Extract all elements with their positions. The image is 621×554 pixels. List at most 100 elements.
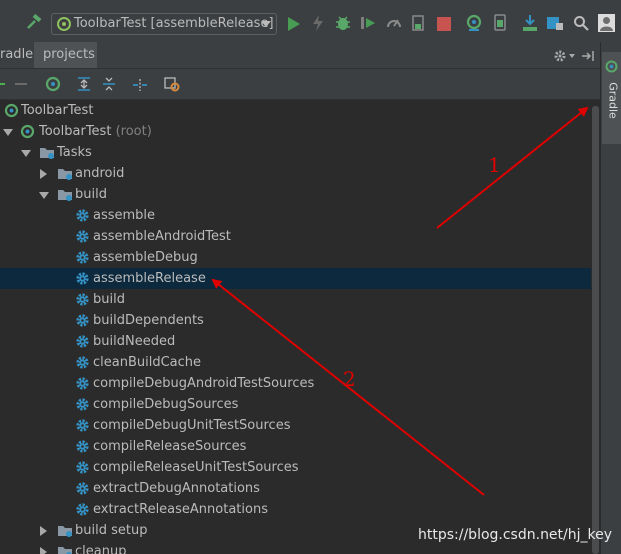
folder-icon (39, 145, 54, 160)
collapse-all-icon[interactable] (102, 76, 116, 96)
expanded-arrow-icon[interactable] (21, 150, 31, 157)
tab-gradle[interactable]: radle (0, 42, 33, 68)
gear-icon (75, 460, 90, 475)
run-configuration-select[interactable]: ToolbarTest [assembleRelease] (51, 13, 277, 35)
gear-icon (75, 376, 90, 391)
tree-item-label: compileDebugUnitTestSources (93, 418, 291, 433)
search-icon[interactable] (573, 15, 589, 35)
gear-icon (75, 418, 90, 433)
gear-icon (75, 250, 90, 265)
tree-item-task[interactable]: assembleAndroidTest (0, 226, 600, 247)
tree-item-task[interactable]: assemble (0, 205, 600, 226)
tree-item-task[interactable]: buildNeeded (0, 331, 600, 352)
expanded-arrow-icon[interactable] (3, 129, 13, 136)
gear-icon (75, 271, 90, 286)
folder-icon (57, 166, 72, 181)
gear-icon (75, 334, 90, 349)
coverage-icon[interactable] (360, 15, 376, 35)
tree-item-label: assembleRelease (93, 271, 206, 286)
gradle-side-label: Gradle (606, 82, 620, 119)
android-config-icon (57, 17, 71, 31)
tree-item-project[interactable]: ToolbarTest (0, 100, 600, 121)
run-icon[interactable] (287, 16, 301, 36)
expanded-arrow-icon[interactable] (39, 192, 49, 199)
tree-item-label-text: ToolbarTest (39, 124, 112, 139)
tree-scrollbar[interactable] (591, 100, 600, 554)
annotation-label-1: 1 (488, 153, 501, 177)
gear-icon (75, 502, 90, 517)
project-structure-icon[interactable] (546, 15, 564, 35)
collapsed-arrow-icon[interactable] (40, 169, 47, 179)
collapsed-arrow-icon[interactable] (40, 526, 47, 536)
tab-projects[interactable]: projects (34, 42, 97, 68)
gear-icon (75, 439, 90, 454)
hammer-icon[interactable] (26, 13, 42, 30)
refresh-icon[interactable] (45, 76, 61, 96)
expand-all-icon[interactable] (77, 76, 91, 96)
tree-item-label: assembleAndroidTest (93, 229, 231, 244)
annotation-label-2: 2 (343, 367, 356, 391)
tree-item-task[interactable]: compileDebugSources (0, 394, 600, 415)
tree-item-label: extractDebugAnnotations (93, 481, 260, 496)
gradle-sync-icon[interactable] (466, 14, 482, 34)
tree-item-task[interactable]: assembleDebug (0, 247, 600, 268)
chevron-down-icon[interactable] (569, 54, 575, 58)
tree-item-task[interactable]: compileReleaseSources (0, 436, 600, 457)
gear-icon (75, 229, 90, 244)
tree-item-task-selected[interactable]: assembleRelease (0, 268, 600, 289)
tree-item-task[interactable]: extractReleaseAnnotations (0, 499, 600, 520)
lightning-icon[interactable] (312, 15, 324, 35)
tree-item-label: build (75, 187, 107, 202)
tree-item-label: cleanBuildCache (93, 355, 202, 370)
tree-item-task[interactable]: buildDependents (0, 310, 600, 331)
tree-item-label: android (75, 166, 125, 181)
toggle-offline-icon[interactable] (164, 76, 180, 96)
link-icon[interactable] (132, 77, 148, 96)
avd-manager-icon[interactable] (493, 14, 507, 34)
gear-icon (75, 355, 90, 370)
gradle-task-tree: ToolbarTest ToolbarTest (root) Tasks and… (0, 100, 600, 554)
tree-item-label: ToolbarTest (root) (39, 121, 152, 142)
scrollbar-thumb[interactable] (592, 106, 599, 554)
tree-item-root-module[interactable]: ToolbarTest (root) (0, 121, 600, 142)
tree-item-label: build (93, 292, 125, 307)
chevron-down-icon (261, 21, 271, 27)
tree-item-label: ToolbarTest (21, 103, 94, 118)
tree-item-label: assemble (93, 208, 156, 223)
gear-icon (75, 208, 90, 223)
gradle-side-tab[interactable]: Gradle (602, 52, 621, 144)
avatar-icon[interactable] (598, 14, 615, 34)
run-configuration-label: ToolbarTest [assembleRelease] (74, 16, 274, 31)
tree-item-task[interactable]: build (0, 289, 600, 310)
tree-item-task[interactable]: compileDebugUnitTestSources (0, 415, 600, 436)
tree-item-label: compileDebugSources (93, 397, 239, 412)
gear-icon[interactable] (553, 48, 567, 67)
tree-item-task[interactable]: compileDebugAndroidTestSources (0, 373, 600, 394)
gear-icon (75, 481, 90, 496)
folder-icon (57, 544, 72, 554)
right-tool-strip: Gradle (600, 42, 621, 554)
gradle-project-icon (20, 124, 35, 139)
tree-item-label: extractReleaseAnnotations (93, 502, 268, 517)
profile-icon[interactable] (386, 15, 402, 35)
watermark: https://blog.csdn.net/hj_key (418, 527, 613, 543)
tree-item-task[interactable]: cleanBuildCache (0, 352, 600, 373)
sdk-manager-icon[interactable] (522, 14, 538, 34)
debug-icon[interactable] (335, 15, 351, 35)
root-suffix: (root) (115, 124, 152, 139)
remove-icon[interactable] (15, 83, 27, 85)
folder-icon (57, 187, 72, 202)
tree-item-build-group[interactable]: build (0, 184, 600, 205)
tree-item-tasks[interactable]: Tasks (0, 142, 600, 163)
tree-item-task[interactable]: extractDebugAnnotations (0, 478, 600, 499)
attach-icon[interactable] (411, 15, 425, 35)
hide-panel-icon[interactable] (581, 48, 595, 67)
tree-item-label: Tasks (57, 145, 92, 160)
collapsed-arrow-icon[interactable] (40, 547, 47, 554)
tree-item-android[interactable]: android (0, 163, 600, 184)
stop-icon[interactable] (437, 16, 451, 36)
tree-item-label: compileReleaseUnitTestSources (93, 460, 299, 475)
gear-icon (75, 397, 90, 412)
tree-item-task[interactable]: compileReleaseUnitTestSources (0, 457, 600, 478)
add-icon[interactable] (0, 83, 5, 85)
